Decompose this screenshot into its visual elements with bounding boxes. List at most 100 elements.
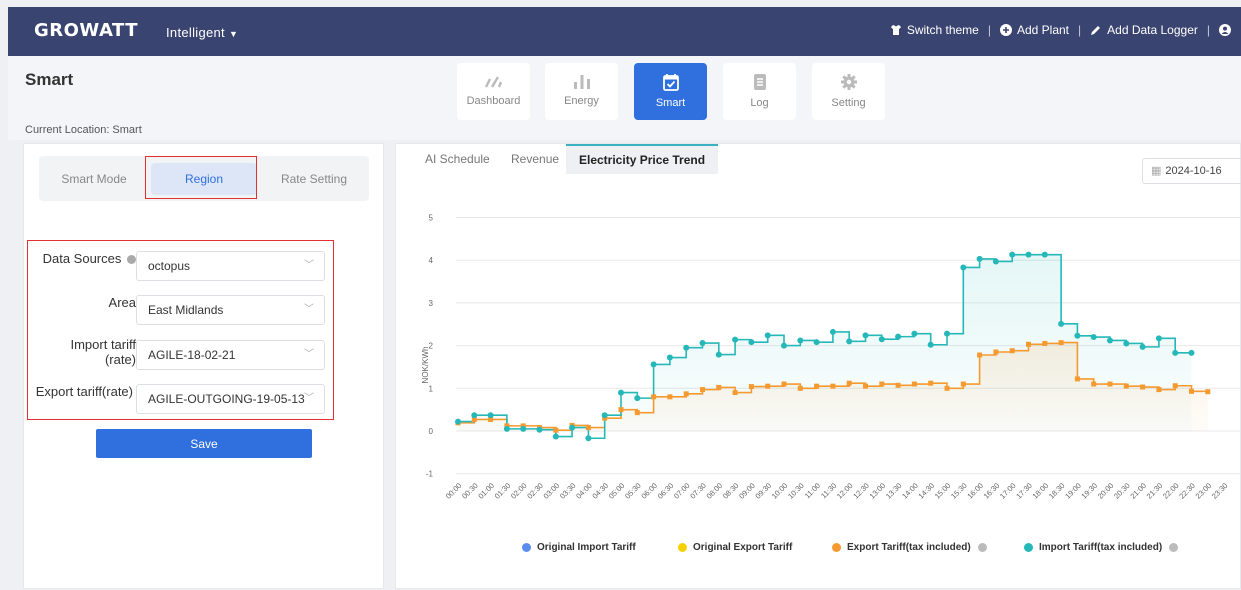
save-button[interactable]: Save xyxy=(96,429,312,458)
tab-region[interactable]: Region xyxy=(149,156,259,201)
help-icon[interactable] xyxy=(977,543,987,552)
import-point xyxy=(992,258,999,265)
legend-import-tax[interactable]: Import Tariff(tax included) xyxy=(1024,542,1179,553)
export-tariff-row: Export tariff(rate) AGILE-OUTGOING-19-05… xyxy=(28,384,358,414)
import-point xyxy=(699,340,706,347)
price-trend-chart: -1012345NOK/KWh00:0000:3001:0001:3002:00… xyxy=(421,214,1241,501)
switch-theme-button[interactable]: Switch theme xyxy=(890,23,979,37)
x-tick-label: 05:30 xyxy=(623,481,643,501)
nav-log-label: Log xyxy=(750,97,769,109)
area-select[interactable]: East Midlands ﹀ xyxy=(136,295,325,325)
nav-dashboard[interactable]: Dashboard xyxy=(457,63,530,120)
info-icon[interactable] xyxy=(127,255,136,265)
add-data-logger-button[interactable]: Add Data Logger xyxy=(1090,23,1198,37)
x-tick-label: 04:00 xyxy=(574,481,594,501)
x-tick-label: 16:00 xyxy=(965,481,985,501)
import-point xyxy=(960,264,967,271)
import-point xyxy=(732,336,739,343)
help-icon[interactable] xyxy=(1169,543,1179,552)
import-tariff-label-line1: Import tariff xyxy=(70,337,136,352)
export-point xyxy=(1205,389,1211,395)
gear-icon xyxy=(840,74,857,90)
export-point xyxy=(1074,376,1080,382)
import-point xyxy=(781,342,787,349)
x-tick-label: 05:00 xyxy=(607,481,627,501)
x-tick-label: 20:30 xyxy=(1112,481,1132,501)
export-tariff-select[interactable]: AGILE-OUTGOING-19-05-13 ﹀ xyxy=(136,384,325,414)
import-point xyxy=(1041,251,1048,258)
legend-swatch xyxy=(678,543,687,552)
nav-smart[interactable]: Smart xyxy=(634,63,707,120)
import-point xyxy=(1172,349,1179,356)
add-data-logger-label: Add Data Logger xyxy=(1107,23,1198,37)
x-tick-label: 10:30 xyxy=(786,481,806,501)
import-point xyxy=(748,339,755,346)
export-point xyxy=(716,384,722,390)
export-point xyxy=(797,385,803,391)
export-point xyxy=(585,425,591,431)
chart-panel: AI Schedule Revenue Electricity Price Tr… xyxy=(395,143,1241,589)
x-tick-label: 19:00 xyxy=(1063,481,1083,501)
nav-energy[interactable]: Energy xyxy=(545,63,618,120)
x-tick-label: 03:00 xyxy=(542,481,562,501)
y-tick-label: 5 xyxy=(429,214,434,223)
import-point xyxy=(1123,340,1130,347)
import-point xyxy=(976,255,983,262)
data-sources-select[interactable]: octopus ﹀ xyxy=(136,251,325,281)
export-point xyxy=(634,410,640,416)
export-point xyxy=(1156,387,1162,393)
region-settings-panel: Smart Mode Region Rate Setting Data Sour… xyxy=(23,143,384,589)
nav-dashboard-label: Dashboard xyxy=(466,95,521,107)
import-point xyxy=(878,336,885,343)
export-point xyxy=(700,387,705,393)
app-switcher[interactable]: Intelligent ▼ xyxy=(166,25,238,40)
x-tick-label: 01:30 xyxy=(493,481,513,501)
nav-log[interactable]: Log xyxy=(723,63,796,120)
data-sources-row: Data Sources octopus ﹀ xyxy=(28,251,358,281)
export-point xyxy=(863,383,868,389)
import-tariff-select[interactable]: AGILE-18-02-21 ﹀ xyxy=(136,340,325,370)
x-tick-label: 15:00 xyxy=(933,481,953,501)
x-tick-label: 14:00 xyxy=(900,481,920,501)
nav-setting[interactable]: Setting xyxy=(812,63,885,120)
tab-rate-setting[interactable]: Rate Setting xyxy=(259,156,369,201)
import-point xyxy=(764,332,771,339)
import-point xyxy=(829,328,836,335)
area-row: Area East Midlands ﹀ xyxy=(28,295,358,325)
x-tick-label: 22:30 xyxy=(1177,481,1197,501)
import-point xyxy=(650,361,657,368)
legend-original-import[interactable]: Original Import Tariff xyxy=(522,542,636,553)
export-point xyxy=(748,384,754,390)
y-tick-label: 0 xyxy=(429,427,434,436)
import-point xyxy=(846,338,853,345)
separator: | xyxy=(1206,23,1210,37)
x-tick-label: 15:30 xyxy=(949,481,969,501)
export-point xyxy=(846,380,852,386)
nav-setting-label: Setting xyxy=(831,97,866,109)
export-tariff-label: Export tariff(rate) xyxy=(35,384,133,399)
add-plant-button[interactable]: Add Plant xyxy=(999,23,1069,37)
data-sources-label-text: Data Sources xyxy=(42,251,122,266)
import-point xyxy=(1058,320,1065,327)
legend-original-export[interactable]: Original Export Tariff xyxy=(678,542,792,553)
export-point xyxy=(960,381,966,387)
tab-smart-mode[interactable]: Smart Mode xyxy=(39,156,149,201)
chevron-down-icon: ﹀ xyxy=(304,260,314,271)
export-point xyxy=(1058,340,1064,346)
top-actions: Switch theme | Add Plant | Add Data Logg… xyxy=(890,23,1231,37)
export-point xyxy=(830,383,836,389)
import-tariff-row: Import tariff (rate) AGILE-18-02-21 ﹀ xyxy=(28,337,358,370)
x-tick-label: 23:00 xyxy=(1194,481,1214,501)
separator: | xyxy=(1078,23,1082,37)
export-point xyxy=(895,382,901,388)
plus-circle-icon xyxy=(999,24,1012,36)
import-point xyxy=(503,425,510,432)
import-point xyxy=(862,332,869,339)
legend-export-tax[interactable]: Export Tariff(tax included) xyxy=(832,542,987,553)
user-icon[interactable] xyxy=(1219,24,1231,36)
growatt-logo[interactable]: GROWATT xyxy=(34,20,138,41)
y-tick-label: 1 xyxy=(429,384,434,393)
import-point xyxy=(911,330,918,337)
export-point xyxy=(1140,384,1146,390)
calendar-check-icon xyxy=(662,74,679,91)
